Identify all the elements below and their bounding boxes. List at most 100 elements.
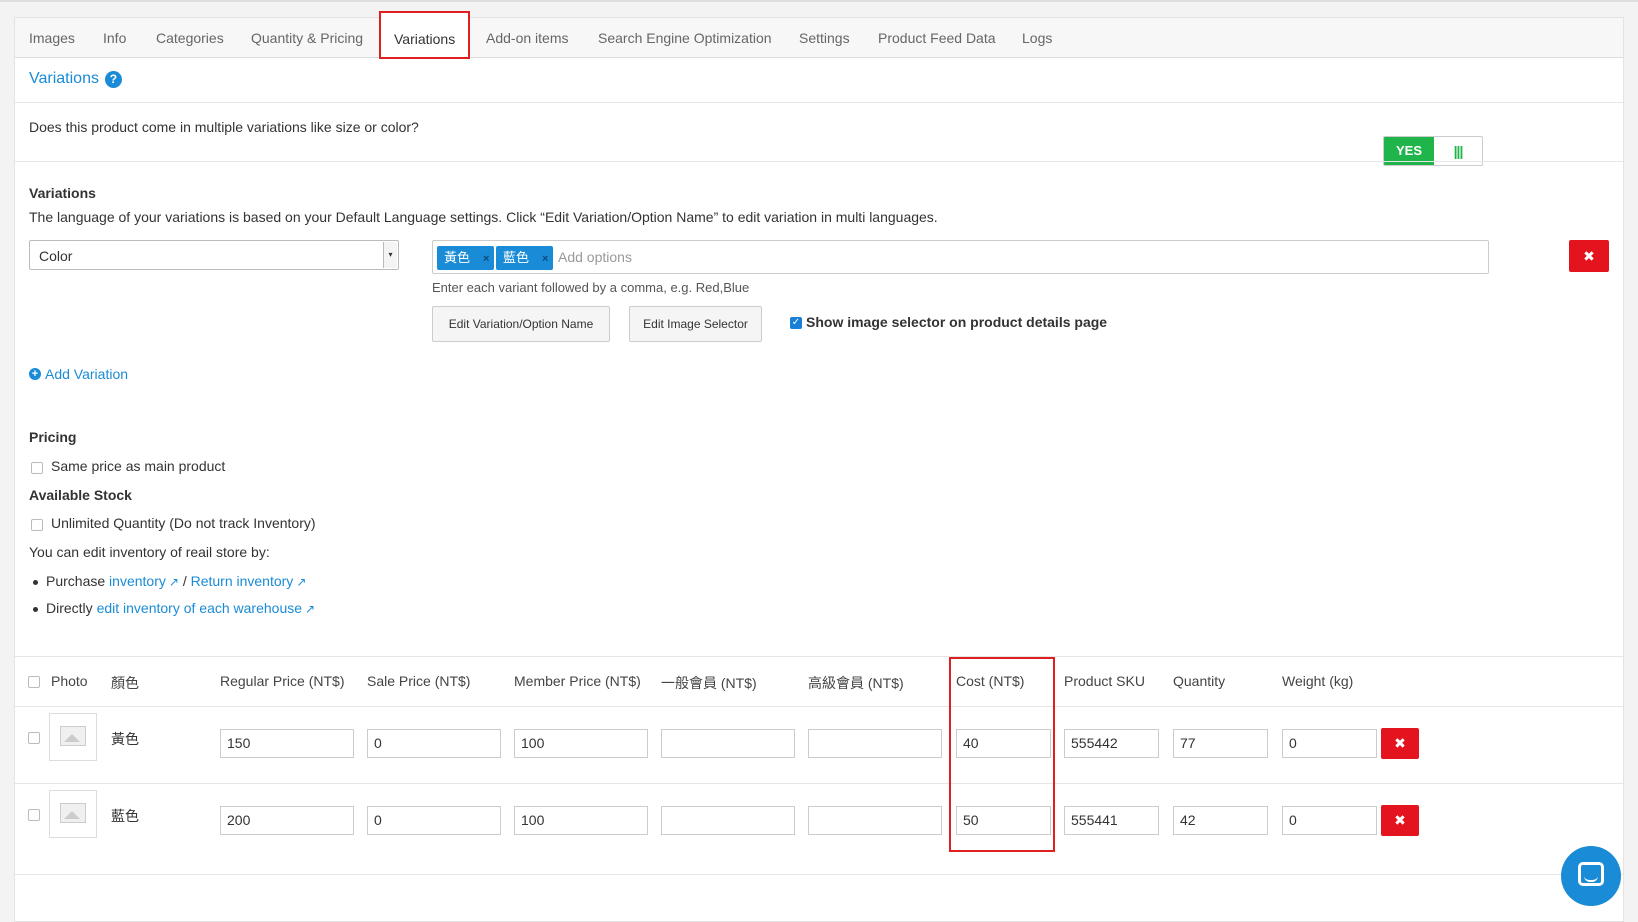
inventory-bullet-1: Purchase inventory ↗ / Return inventory ↗ [33,573,306,589]
premium-member-price-input[interactable] [808,806,942,835]
sku-input[interactable]: 555441 [1064,806,1159,835]
general-member-price-input[interactable] [661,729,795,758]
bullet-prefix: Purchase [46,573,106,589]
remove-tag-icon[interactable]: × [478,247,494,271]
tab-info[interactable]: Info [103,18,126,58]
edit-warehouse-inventory-link[interactable]: edit inventory of each warehouse [97,600,302,616]
header-divider [15,706,1623,707]
row-divider [15,874,1623,875]
col-member-price: Member Price (NT$) [514,673,641,689]
regular-price-input[interactable]: 150 [220,729,354,758]
remove-tag-icon[interactable]: × [537,247,553,271]
member-price-input[interactable]: 100 [514,729,648,758]
variations-heading: Variations [29,185,96,201]
row-checkbox[interactable] [28,809,40,821]
chevron-down-icon: ▾ [383,242,397,268]
option-tag: 藍色 × [496,246,554,271]
row-checkbox[interactable] [28,732,40,744]
same-price-checkbox[interactable] [31,462,43,474]
variation-type-select[interactable]: Color ▾ [29,240,399,270]
bullet-icon [33,606,38,612]
table-top-border [15,656,1623,657]
add-variation-link[interactable]: + Add Variation [29,366,128,382]
row-variant-label: 藍色 [111,808,139,824]
delete-row-button[interactable]: ✖ [1381,728,1419,759]
tab-images[interactable]: Images [29,18,75,58]
sku-input[interactable]: 555442 [1064,729,1159,758]
quantity-input[interactable]: 77 [1173,729,1268,758]
section-title: Variations ? [29,70,122,88]
help-icon[interactable]: ? [104,70,122,88]
tab-bar: Images Info Categories Quantity & Pricin… [15,11,1623,59]
col-general-member: 一般會員 (NT$) [661,675,757,691]
select-all-checkbox[interactable] [28,676,40,688]
col-premium-member: 高級會員 (NT$) [808,675,904,691]
bullet-icon [33,579,38,585]
cost-column-highlight [949,657,1055,852]
premium-member-price-input[interactable] [808,729,942,758]
variations-description: The language of your variations is based… [29,209,938,225]
edit-image-selector-button[interactable]: Edit Image Selector [629,306,762,342]
variation-options-input[interactable]: 黃色 × 藍色 × Add options [432,240,1489,274]
purchase-inventory-link[interactable]: inventory [109,573,166,589]
col-photo: Photo [51,673,88,689]
divider [15,102,1623,103]
unlimited-quantity-label: Unlimited Quantity (Do not track Invento… [51,515,316,531]
delete-row-button[interactable]: ✖ [1381,805,1419,836]
chat-launcher-icon[interactable] [1561,846,1621,906]
tab-quantity-pricing[interactable]: Quantity & Pricing [251,18,363,58]
tab-logs[interactable]: Logs [1022,18,1052,58]
col-regular-price: Regular Price (NT$) [220,673,345,689]
bullet-separator: / [182,573,187,589]
add-variation-label: Add Variation [45,366,129,382]
options-hint: Enter each variant followed by a comma, … [432,280,750,295]
photo-placeholder-icon[interactable] [49,790,97,838]
return-inventory-link[interactable]: Return inventory [191,573,294,589]
product-edit-panel: Images Info Categories Quantity & Pricin… [14,11,1624,922]
bullet-prefix: Directly [46,600,93,616]
sale-price-input[interactable]: 0 [367,806,501,835]
option-tag-label: 黃色 [444,250,471,265]
tab-add-on-items[interactable]: Add-on items [486,18,568,58]
show-image-selector-label: Show image selector on product details p… [806,314,1108,330]
quantity-input[interactable]: 42 [1173,806,1268,835]
option-tag-label: 藍色 [503,250,530,265]
tab-variations[interactable]: Variations [379,11,471,59]
row-variant-label: 黃色 [111,731,139,747]
tab-seo[interactable]: Search Engine Optimization [598,18,772,58]
plus-circle-icon: + [29,368,41,380]
unlimited-quantity-checkbox[interactable] [31,519,43,531]
col-variant: 顏色 [111,675,139,691]
tab-categories[interactable]: Categories [156,18,224,58]
col-quantity: Quantity [1173,673,1226,689]
row-divider [15,783,1623,784]
regular-price-input[interactable]: 200 [220,806,354,835]
section-title-text: Variations [29,70,99,87]
sale-price-input[interactable]: 0 [367,729,501,758]
delete-variation-button[interactable]: ✖ [1569,240,1609,272]
stock-heading: Available Stock [29,487,132,503]
tab-product-feed-data[interactable]: Product Feed Data [878,18,996,58]
retail-store-text: You can edit inventory of reail store by… [29,544,270,560]
show-image-selector-checkbox[interactable]: ✓ [790,317,802,329]
col-weight: Weight (kg) [1282,673,1354,689]
divider [15,161,1623,162]
photo-placeholder-icon[interactable] [49,713,97,761]
col-sale-price: Sale Price (NT$) [367,673,471,689]
member-price-input[interactable]: 100 [514,806,648,835]
weight-input[interactable]: 0 [1282,729,1377,758]
col-product-sku: Product SKU [1064,673,1145,689]
external-link-icon: ↗ [305,602,316,616]
general-member-price-input[interactable] [661,806,795,835]
edit-variation-name-button[interactable]: Edit Variation/Option Name [432,306,610,342]
weight-input[interactable]: 0 [1282,806,1377,835]
tab-settings[interactable]: Settings [799,18,850,58]
multi-variation-question: Does this product come in multiple varia… [29,119,419,135]
add-options-placeholder[interactable]: Add options [558,241,632,273]
same-price-label: Same price as main product [51,458,226,474]
external-link-icon: ↗ [168,575,179,589]
option-tag: 黃色 × [437,246,495,271]
pricing-heading: Pricing [29,429,77,445]
external-link-icon: ↗ [296,575,307,589]
variation-type-value: Color [39,248,73,264]
